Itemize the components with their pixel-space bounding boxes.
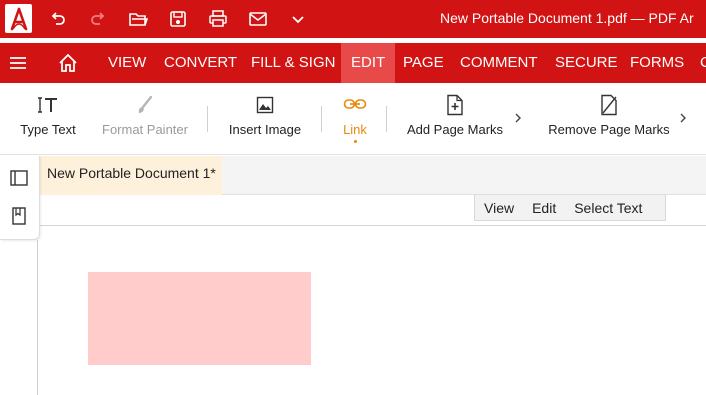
image-icon bbox=[253, 93, 277, 117]
select-text-mode-button[interactable]: Select Text bbox=[565, 200, 651, 216]
insert-image-button[interactable]: Insert Image bbox=[224, 83, 306, 155]
toolbar-divider bbox=[321, 106, 322, 132]
home-icon[interactable] bbox=[57, 52, 79, 74]
remove-page-marks-label: Remove Page Marks bbox=[548, 122, 670, 137]
open-button[interactable] bbox=[126, 7, 150, 31]
toolbar-divider bbox=[207, 106, 208, 132]
tab-view[interactable]: VIEW bbox=[98, 43, 156, 83]
app-logo[interactable] bbox=[5, 4, 32, 33]
edit-toolbar: Type Text Format Painter Insert Image Li… bbox=[0, 83, 706, 155]
edit-mode-button[interactable]: Edit bbox=[523, 200, 565, 216]
save-button[interactable] bbox=[166, 7, 190, 31]
link-icon bbox=[343, 93, 367, 117]
undo-icon bbox=[51, 12, 65, 25]
panel-toggle-icon[interactable] bbox=[9, 168, 29, 188]
print-button[interactable] bbox=[206, 7, 230, 31]
ribbon-tabs: VIEW CONVERT FILL & SIGN EDIT PAGE COMME… bbox=[0, 43, 706, 83]
quick-access-dropdown[interactable] bbox=[286, 7, 310, 31]
format-painter-icon bbox=[133, 93, 157, 117]
view-mode-button[interactable]: View bbox=[475, 200, 523, 216]
tab-convert[interactable]: CONVERT bbox=[154, 43, 247, 83]
insert-image-label: Insert Image bbox=[228, 122, 302, 137]
toolbar-divider bbox=[386, 106, 387, 132]
tab-edit[interactable]: EDIT bbox=[341, 43, 396, 83]
document-tabs: New Portable Document 1* bbox=[40, 156, 706, 195]
tab-forms[interactable]: FORMS bbox=[620, 43, 694, 83]
title-bar: New Portable Document 1.pdf — PDF Ar bbox=[0, 0, 706, 38]
chevron-right-icon[interactable] bbox=[678, 111, 688, 125]
type-text-button[interactable]: Type Text bbox=[14, 83, 82, 155]
type-text-label: Type Text bbox=[20, 122, 76, 137]
chevron-down-icon bbox=[292, 16, 304, 24]
chevron-right-icon[interactable] bbox=[513, 111, 523, 125]
add-page-marks-button[interactable]: Add Page Marks bbox=[403, 83, 507, 155]
app-logo-icon bbox=[10, 7, 27, 30]
add-page-marks-icon bbox=[443, 93, 467, 117]
remove-page-marks-icon bbox=[597, 93, 621, 117]
link-button[interactable]: Link bbox=[336, 83, 374, 155]
email-button[interactable] bbox=[246, 7, 270, 31]
active-indicator bbox=[353, 140, 357, 143]
redo-button[interactable] bbox=[86, 7, 110, 31]
window-title: New Portable Document 1.pdf — PDF Ar bbox=[440, 10, 694, 26]
bookmark-icon[interactable] bbox=[9, 206, 29, 226]
tab-fill-sign[interactable]: FILL & SIGN bbox=[241, 43, 345, 83]
email-icon bbox=[249, 12, 267, 26]
document-tab[interactable]: New Portable Document 1* bbox=[40, 156, 222, 195]
pdf-editor-window: New Portable Document 1.pdf — PDF Ar VIE… bbox=[0, 0, 706, 395]
mode-switcher: View Edit Select Text bbox=[474, 195, 666, 221]
side-panel bbox=[0, 156, 40, 240]
menu-icon[interactable] bbox=[8, 53, 28, 73]
open-folder-icon bbox=[129, 13, 148, 26]
format-painter-label: Format Painter bbox=[102, 122, 188, 137]
tab-secure[interactable]: SECURE bbox=[545, 43, 628, 83]
add-page-marks-label: Add Page Marks bbox=[406, 122, 504, 137]
link-label: Link bbox=[343, 122, 367, 137]
type-text-icon bbox=[36, 93, 60, 117]
format-painter-button[interactable]: Format Painter bbox=[100, 83, 190, 155]
tab-comment[interactable]: COMMENT bbox=[450, 43, 548, 83]
remove-page-marks-button[interactable]: Remove Page Marks bbox=[545, 83, 673, 155]
undo-button[interactable] bbox=[46, 7, 70, 31]
link-area[interactable] bbox=[88, 272, 311, 365]
save-icon bbox=[170, 11, 186, 27]
print-icon bbox=[209, 10, 227, 27]
redo-icon bbox=[91, 12, 105, 25]
tab-overflow[interactable]: C bbox=[690, 43, 706, 83]
tab-page[interactable]: PAGE bbox=[393, 43, 454, 83]
